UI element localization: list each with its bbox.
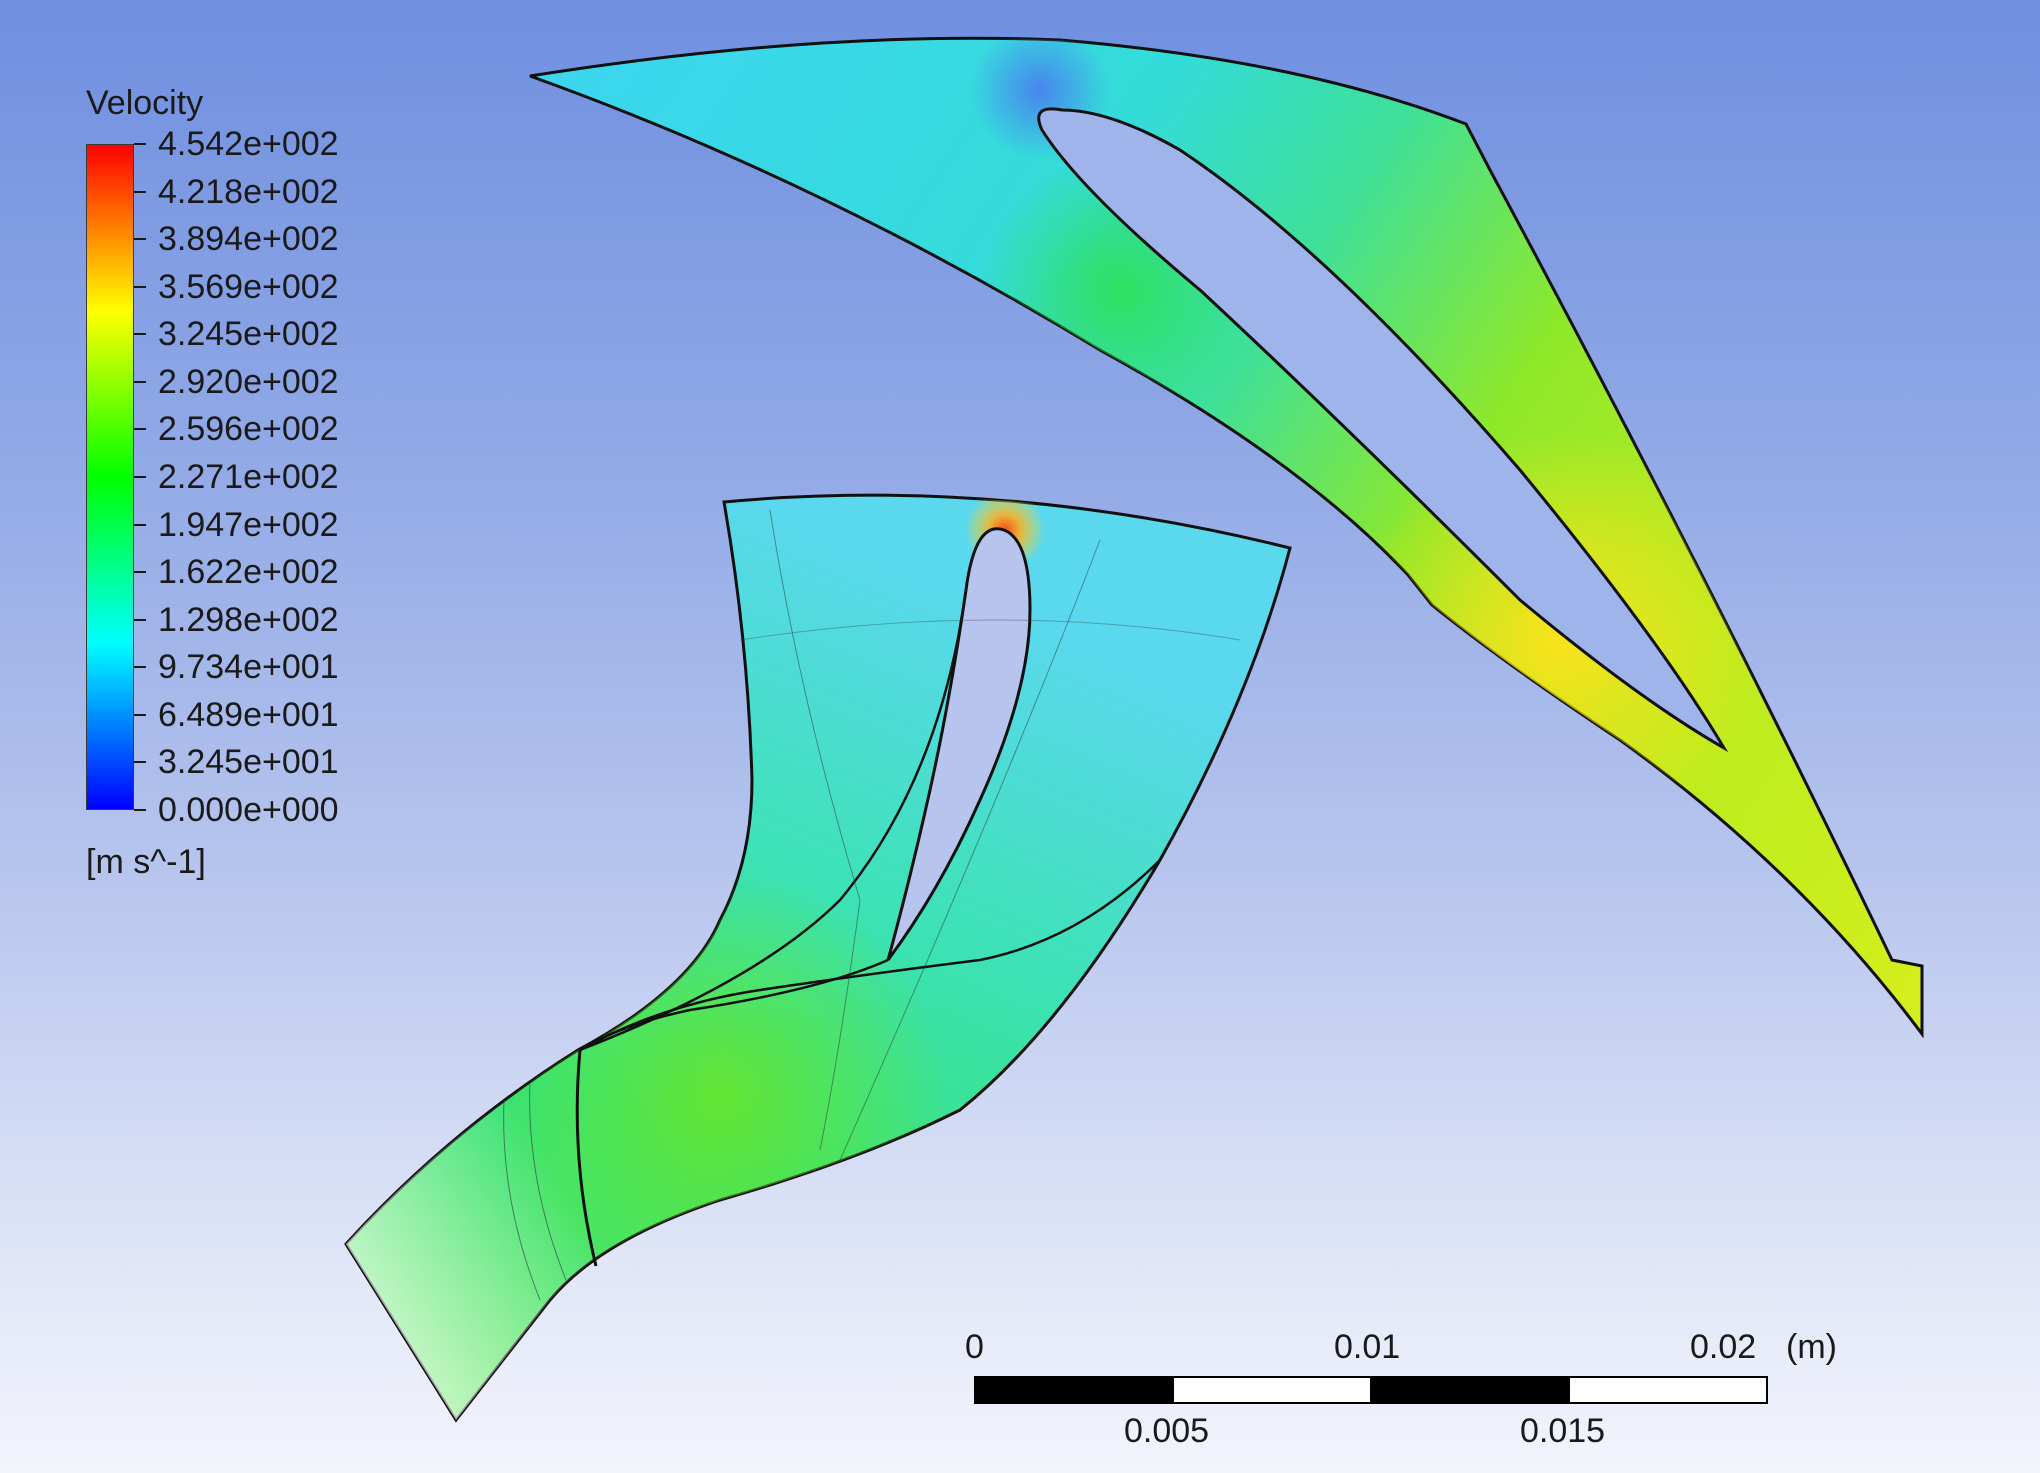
colorbar-tick-label: 1.298e+002 <box>158 600 339 639</box>
colorbar <box>86 144 134 810</box>
scale-segment-3 <box>1370 1376 1570 1404</box>
colorbar-tick-mark <box>134 238 146 241</box>
colorbar-tick-mark <box>134 713 146 716</box>
colorbar-tick-mark <box>134 761 146 764</box>
colorbar-tick-label: 6.489e+001 <box>158 695 339 734</box>
cfd-viewport[interactable]: Velocity 4.542e+002 4.218e+002 3.894e+002 3… <box>0 0 2040 1473</box>
colorbar-tick-mark <box>134 190 146 193</box>
colorbar-tick-mark <box>134 618 146 621</box>
colorbar-tick-mark <box>134 428 146 431</box>
scale-segment-4 <box>1568 1376 1768 1404</box>
colorbar-tick-mark <box>134 333 146 336</box>
colorbar-tick-label: 0.000e+000 <box>158 791 339 829</box>
colorbar-tick-label: 2.271e+002 <box>158 458 339 496</box>
colorbar-tick-label: 3.245e+002 <box>158 315 339 354</box>
scale-label-0.005: 0.005 <box>1124 1412 1210 1450</box>
colorbar-tick-label: 9.734e+001 <box>158 648 339 687</box>
colorbar-tick-mark <box>134 571 146 574</box>
colorbar-tick-mark <box>134 285 146 288</box>
scale-unit: (m) <box>1786 1328 1837 1366</box>
scale-segment-1 <box>974 1376 1174 1404</box>
rotor-passage <box>344 493 1292 1423</box>
scale-label-0.015: 0.015 <box>1520 1412 1606 1450</box>
scale-segment-2 <box>1172 1376 1372 1404</box>
scale-label-0.02: 0.02 <box>1690 1328 1757 1366</box>
colorbar-tick-mark <box>134 476 146 478</box>
colorbar-tick-label: 2.596e+002 <box>158 410 339 449</box>
colorbar-tick-mark <box>134 143 146 145</box>
colorbar-tick-label: 3.894e+002 <box>158 220 339 259</box>
colorbar-tick-label: 3.569e+002 <box>158 267 339 306</box>
colorbar-tick-label: 1.622e+002 <box>158 553 339 592</box>
colorbar-tick-mark <box>134 809 146 811</box>
colorbar-tick-label: 1.947e+002 <box>158 505 339 544</box>
colorbar-tick-mark <box>134 523 146 526</box>
colorbar-tick-mark <box>134 380 146 383</box>
colorbar-tick-label: 4.542e+002 <box>158 125 339 163</box>
colorbar-tick-mark <box>134 666 146 669</box>
legend-units: [m s^-1] <box>86 843 206 881</box>
colorbar-tick-label: 2.920e+002 <box>158 362 339 401</box>
scale-label-0.01: 0.01 <box>1334 1328 1401 1366</box>
colorbar-tick-label: 4.218e+002 <box>158 172 339 211</box>
scale-label-0: 0 <box>965 1328 984 1366</box>
legend-title: Velocity <box>86 84 204 122</box>
colorbar-tick-label: 3.245e+001 <box>158 743 339 782</box>
